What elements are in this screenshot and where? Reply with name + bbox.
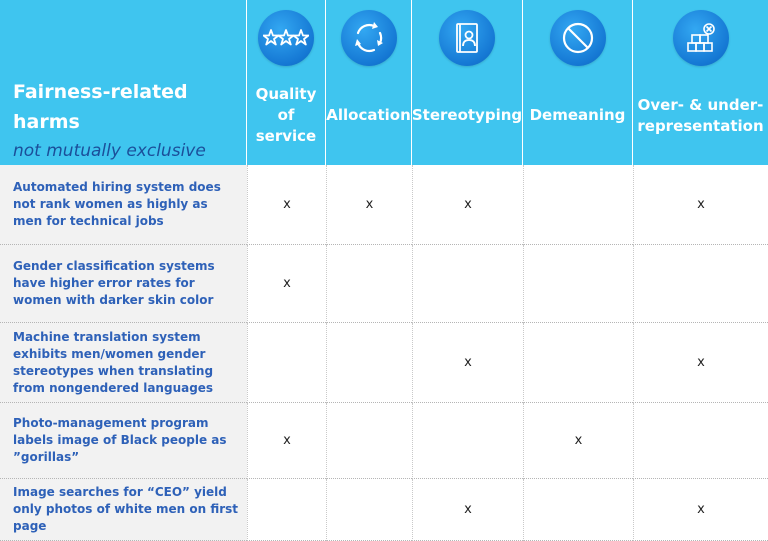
table-title: Fairness-related harms [13, 81, 188, 133]
mark-cell [326, 245, 412, 323]
blocks-icon [672, 10, 729, 66]
column-label: Allocation [326, 106, 411, 124]
column-header-stereotyping: Stereotyping [412, 0, 523, 165]
row-label-image-search: Image searches for “CEO” yield only phot… [0, 479, 247, 541]
stars-icon [258, 10, 314, 66]
mark-cell: x [412, 323, 523, 403]
mark-cell [523, 479, 633, 541]
prohibited-icon [549, 10, 606, 66]
column-header-quality-of-service: Quality of service [247, 0, 326, 165]
mark-cell [247, 479, 326, 541]
mark-cell [523, 323, 633, 403]
mark-cell [326, 403, 412, 479]
mark-cell: x [633, 323, 768, 403]
mark-cell [247, 323, 326, 403]
column-label: Over- & under-representation [637, 95, 764, 135]
cycle-arrows-icon [340, 10, 397, 66]
column-label: Quality of service [255, 85, 317, 145]
harms-table: Fairness-related harms not mutually excl… [0, 0, 768, 541]
mark-cell [523, 245, 633, 323]
mark-cell: x [523, 403, 633, 479]
mark-cell [326, 323, 412, 403]
mark-cell [412, 403, 523, 479]
mark-cell: x [247, 403, 326, 479]
mark-cell: x [412, 479, 523, 541]
mark-cell [412, 245, 523, 323]
table-title-cell: Fairness-related harms not mutually excl… [0, 0, 247, 165]
row-label-gender-classification: Gender classification systems have highe… [0, 245, 247, 323]
mark-cell [633, 245, 768, 323]
column-label: Stereotyping [411, 106, 523, 124]
mark-cell: x [326, 165, 412, 245]
column-header-allocation: Allocation [326, 0, 412, 165]
mark-cell [326, 479, 412, 541]
table-subtitle: not mutually exclusive [13, 141, 206, 161]
row-label-photo-management: Photo-management program labels image of… [0, 403, 247, 479]
mark-cell [523, 165, 633, 245]
column-header-over-under-representation: Over- & under-representation [633, 0, 768, 165]
mark-cell [633, 403, 768, 479]
mark-cell: x [633, 479, 768, 541]
mark-cell: x [247, 245, 326, 323]
row-label-hiring: Automated hiring system does not rank wo… [0, 165, 247, 245]
mark-cell: x [247, 165, 326, 245]
row-label-machine-translation: Machine translation system exhibits men/… [0, 323, 247, 403]
column-header-demeaning: Demeaning [523, 0, 633, 165]
column-label: Demeaning [529, 106, 626, 124]
mark-cell: x [633, 165, 768, 245]
person-document-icon [439, 10, 495, 66]
mark-cell: x [412, 165, 523, 245]
